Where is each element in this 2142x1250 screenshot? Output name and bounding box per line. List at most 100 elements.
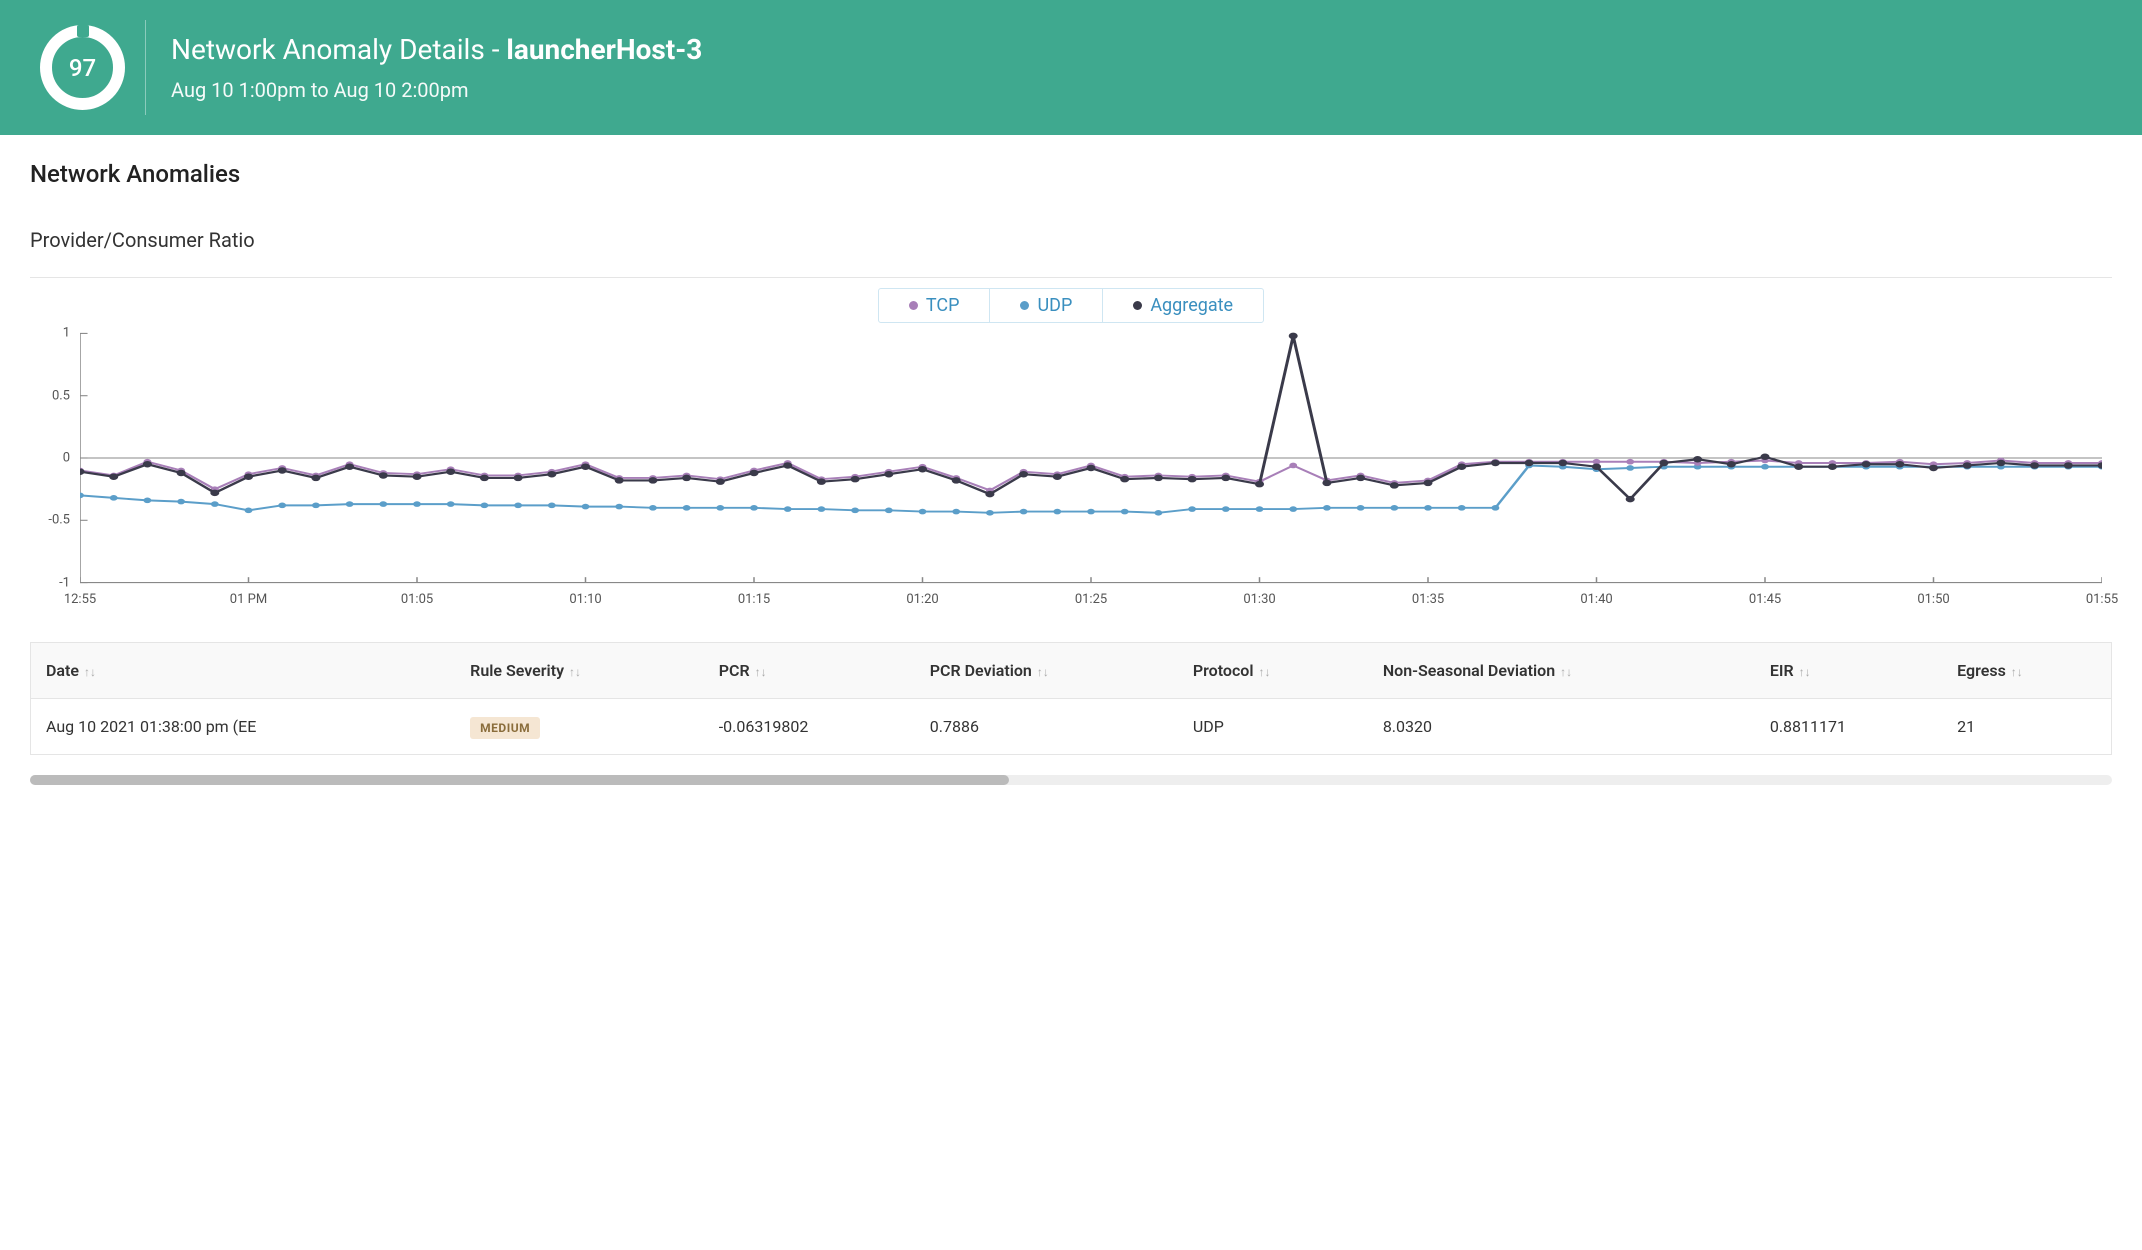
column-header-egress[interactable]: Egress ↑↓ xyxy=(1942,643,2111,699)
chart-point[interactable] xyxy=(1188,506,1196,512)
chart-point[interactable] xyxy=(952,509,960,515)
sort-icon[interactable]: ↑↓ xyxy=(566,665,581,679)
chart-point[interactable] xyxy=(1626,496,1635,503)
scrollbar-thumb[interactable] xyxy=(30,775,1009,785)
chart-point[interactable] xyxy=(1828,463,1837,470)
chart-point[interactable] xyxy=(1120,476,1129,483)
chart-point[interactable] xyxy=(615,504,623,510)
chart-point[interactable] xyxy=(514,475,523,482)
chart-point[interactable] xyxy=(1996,460,2005,467)
chart-point[interactable] xyxy=(1390,505,1398,511)
chart-point[interactable] xyxy=(177,470,186,477)
chart-point[interactable] xyxy=(1423,480,1432,487)
chart-point[interactable] xyxy=(2064,462,2073,468)
chart-point[interactable] xyxy=(1525,460,1534,467)
column-header-date[interactable]: Date ↑↓ xyxy=(31,643,455,699)
chart-point[interactable] xyxy=(985,491,994,498)
chart-point[interactable] xyxy=(413,501,421,507)
chart-point[interactable] xyxy=(784,506,792,512)
sort-icon[interactable]: ↑↓ xyxy=(81,665,96,679)
chart-point[interactable] xyxy=(379,501,387,507)
chart-point[interactable] xyxy=(1188,476,1197,483)
chart-point[interactable] xyxy=(1322,480,1331,487)
chart-point[interactable] xyxy=(919,509,927,515)
chart-point[interactable] xyxy=(918,466,927,473)
chart-point[interactable] xyxy=(211,501,219,507)
chart-point[interactable] xyxy=(278,503,286,509)
chart-point[interactable] xyxy=(480,503,488,509)
chart-point[interactable] xyxy=(110,495,118,501)
chart-point[interactable] xyxy=(582,504,590,510)
legend-item-tcp[interactable]: TCP xyxy=(879,289,991,322)
chart-point[interactable] xyxy=(581,463,590,470)
chart-point[interactable] xyxy=(1458,505,1466,511)
chart-point[interactable] xyxy=(1862,461,1871,468)
chart-point[interactable] xyxy=(143,498,151,504)
chart-point[interactable] xyxy=(1760,454,1769,461)
chart-point[interactable] xyxy=(1626,459,1634,465)
chart-point[interactable] xyxy=(109,473,118,480)
chart-point[interactable] xyxy=(210,490,219,497)
chart-point[interactable] xyxy=(2030,462,2039,468)
chart-point[interactable] xyxy=(1289,333,1298,340)
chart-point[interactable] xyxy=(1020,509,1028,515)
chart-point[interactable] xyxy=(1558,460,1567,467)
chart-point[interactable] xyxy=(817,506,825,512)
chart-point[interactable] xyxy=(312,503,320,509)
chart-point[interactable] xyxy=(1457,463,1466,470)
chart-point[interactable] xyxy=(1626,465,1634,471)
chart-point[interactable] xyxy=(80,468,85,475)
chart-point[interactable] xyxy=(1761,464,1769,470)
chart-point[interactable] xyxy=(1659,460,1668,467)
horizontal-scrollbar[interactable] xyxy=(30,775,2112,785)
column-header-pcr-deviation[interactable]: PCR Deviation ↑↓ xyxy=(915,643,1178,699)
column-header-rule-severity[interactable]: Rule Severity ↑↓ xyxy=(455,643,704,699)
chart-point[interactable] xyxy=(1289,506,1297,512)
chart-point[interactable] xyxy=(683,505,691,511)
chart-point[interactable] xyxy=(1592,463,1601,470)
chart-point[interactable] xyxy=(649,505,657,511)
chart-point[interactable] xyxy=(143,461,152,468)
chart-point[interactable] xyxy=(1086,465,1095,472)
chart-point[interactable] xyxy=(346,501,354,507)
chart-point[interactable] xyxy=(1087,509,1095,515)
chart-point[interactable] xyxy=(514,503,522,509)
chart-point[interactable] xyxy=(245,508,253,514)
chart-point[interactable] xyxy=(446,468,455,475)
chart-point[interactable] xyxy=(278,467,287,474)
chart-point[interactable] xyxy=(480,475,489,482)
chart-point[interactable] xyxy=(1424,505,1432,511)
chart-point[interactable] xyxy=(1289,463,1297,469)
chart-point[interactable] xyxy=(1794,463,1803,470)
chart-point[interactable] xyxy=(547,471,556,478)
chart-point[interactable] xyxy=(1255,481,1264,488)
chart-point[interactable] xyxy=(615,477,624,484)
sort-icon[interactable]: ↑↓ xyxy=(1796,665,1811,679)
chart-point[interactable] xyxy=(648,477,657,484)
chart-point[interactable] xyxy=(716,505,724,511)
sort-icon[interactable]: ↑↓ xyxy=(752,665,767,679)
chart-point[interactable] xyxy=(311,475,320,482)
chart-point[interactable] xyxy=(851,508,859,514)
chart-point[interactable] xyxy=(682,475,691,482)
chart-point[interactable] xyxy=(1491,505,1499,511)
chart-point[interactable] xyxy=(244,473,253,480)
chart-point[interactable] xyxy=(851,476,860,483)
chart-point[interactable] xyxy=(1154,475,1163,482)
chart-point[interactable] xyxy=(1221,475,1230,482)
chart-point[interactable] xyxy=(447,501,455,507)
chart-point[interactable] xyxy=(716,478,725,485)
column-header-non-seasonal-deviation[interactable]: Non-Seasonal Deviation ↑↓ xyxy=(1368,643,1755,699)
chart-point[interactable] xyxy=(345,463,354,470)
chart-point[interactable] xyxy=(1053,473,1062,480)
chart-point[interactable] xyxy=(80,493,84,499)
chart-point[interactable] xyxy=(1053,509,1061,515)
chart-point[interactable] xyxy=(885,508,893,514)
column-header-protocol[interactable]: Protocol ↑↓ xyxy=(1178,643,1368,699)
chart-point[interactable] xyxy=(379,472,388,479)
chart-point[interactable] xyxy=(1121,509,1129,515)
chart-point[interactable] xyxy=(817,478,826,485)
chart-point[interactable] xyxy=(1019,471,1028,478)
chart-point[interactable] xyxy=(884,471,893,478)
legend-item-aggregate[interactable]: Aggregate xyxy=(1103,289,1263,322)
